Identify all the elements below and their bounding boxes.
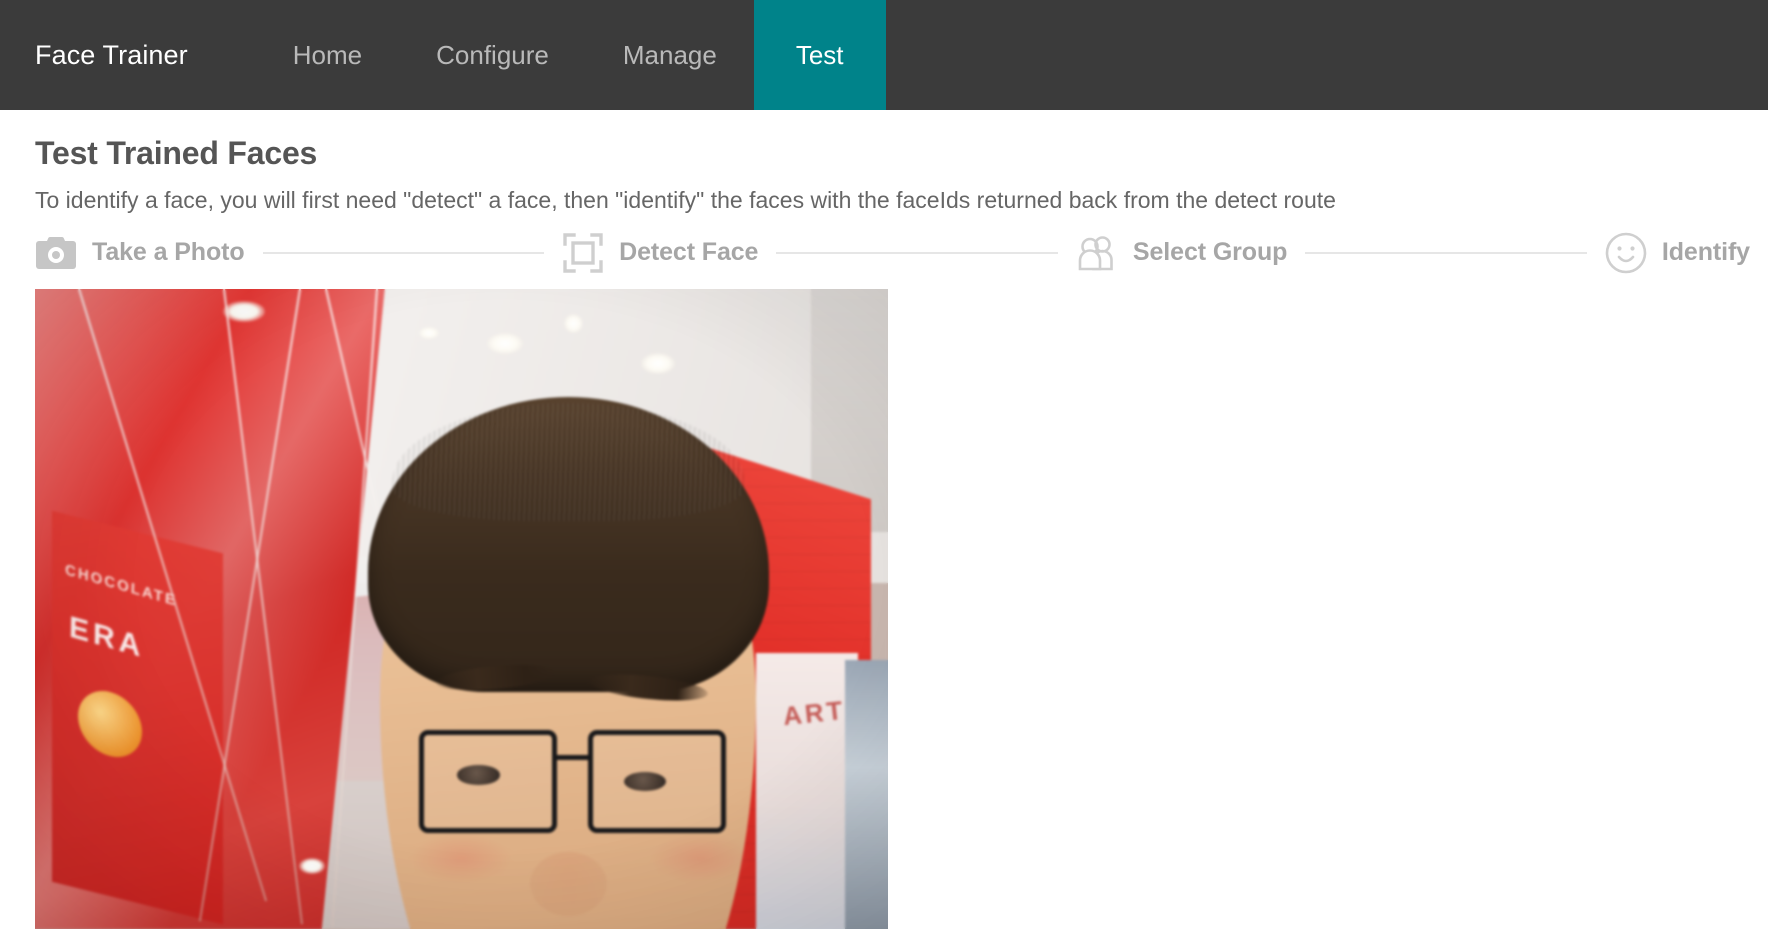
photo-ceiling-light (563, 314, 583, 334)
photo-face-glasses (418, 730, 726, 833)
smiley-face-icon (1605, 232, 1647, 274)
top-navbar: Face Trainer Home Configure Manage Test (0, 0, 1768, 110)
photo-face-cheek (649, 832, 752, 884)
nav-item-configure[interactable]: Configure (399, 0, 586, 110)
nav-item-test-label: Test (795, 39, 844, 70)
brand-link[interactable]: Face Trainer (0, 0, 188, 110)
step-detect-face-label: Detect Face (619, 238, 759, 267)
crop-frame-icon (562, 232, 604, 274)
step-select-group-label: Select Group (1132, 238, 1288, 267)
nav-item-home[interactable]: Home (256, 0, 399, 110)
photo-glasses-bridge (557, 754, 588, 760)
page-subtitle: To identify a face, you will first need … (35, 187, 1336, 214)
photo-face-cheek (410, 832, 513, 884)
step-identify-label: Identify (1661, 238, 1750, 267)
step-connector-3 (1305, 251, 1587, 254)
photo-ceiling-light (418, 327, 440, 339)
photo-glasses-lens (587, 730, 726, 833)
step-take-a-photo-label: Take a Photo (92, 238, 245, 267)
photo-ceiling-light (299, 858, 325, 874)
workflow-stepper: Take a Photo Detect Face Select Group Id… (35, 231, 1768, 275)
step-connector-2 (776, 251, 1058, 254)
nav-item-manage-label: Manage (622, 39, 717, 70)
step-detect-face[interactable]: Detect Face (562, 232, 758, 274)
photo-face-nose (529, 851, 607, 916)
camera-icon (35, 232, 77, 274)
step-take-a-photo[interactable]: Take a Photo (35, 232, 245, 274)
nav-links: Home Configure Manage Test (256, 0, 886, 110)
step-identify[interactable]: Identify (1605, 232, 1750, 274)
photo-ceiling-light (487, 333, 523, 354)
page-content: Test Trained Faces To identify a face, y… (0, 135, 1768, 929)
step-select-group[interactable]: Select Group (1076, 232, 1287, 274)
people-group-icon (1076, 232, 1118, 274)
photo-ceiling-light (222, 301, 266, 322)
photo-ceiling-light (640, 352, 675, 375)
captured-webcam-photo[interactable]: CHOCOLATE ERA ART (35, 288, 888, 929)
photo-glasses-lens (418, 730, 558, 833)
brand-label: Face Trainer (35, 39, 188, 70)
photo-right-door (845, 659, 888, 929)
nav-item-home-label: Home (292, 39, 363, 70)
nav-item-test[interactable]: Test (753, 0, 886, 110)
photo-face-hair (367, 397, 769, 692)
step-connector-1 (262, 251, 545, 254)
nav-item-configure-label: Configure (436, 39, 549, 70)
photo-wrapper: CHOCOLATE ERA ART (35, 288, 1768, 929)
nav-item-manage[interactable]: Manage (586, 0, 754, 110)
page-title: Test Trained Faces (35, 135, 318, 171)
